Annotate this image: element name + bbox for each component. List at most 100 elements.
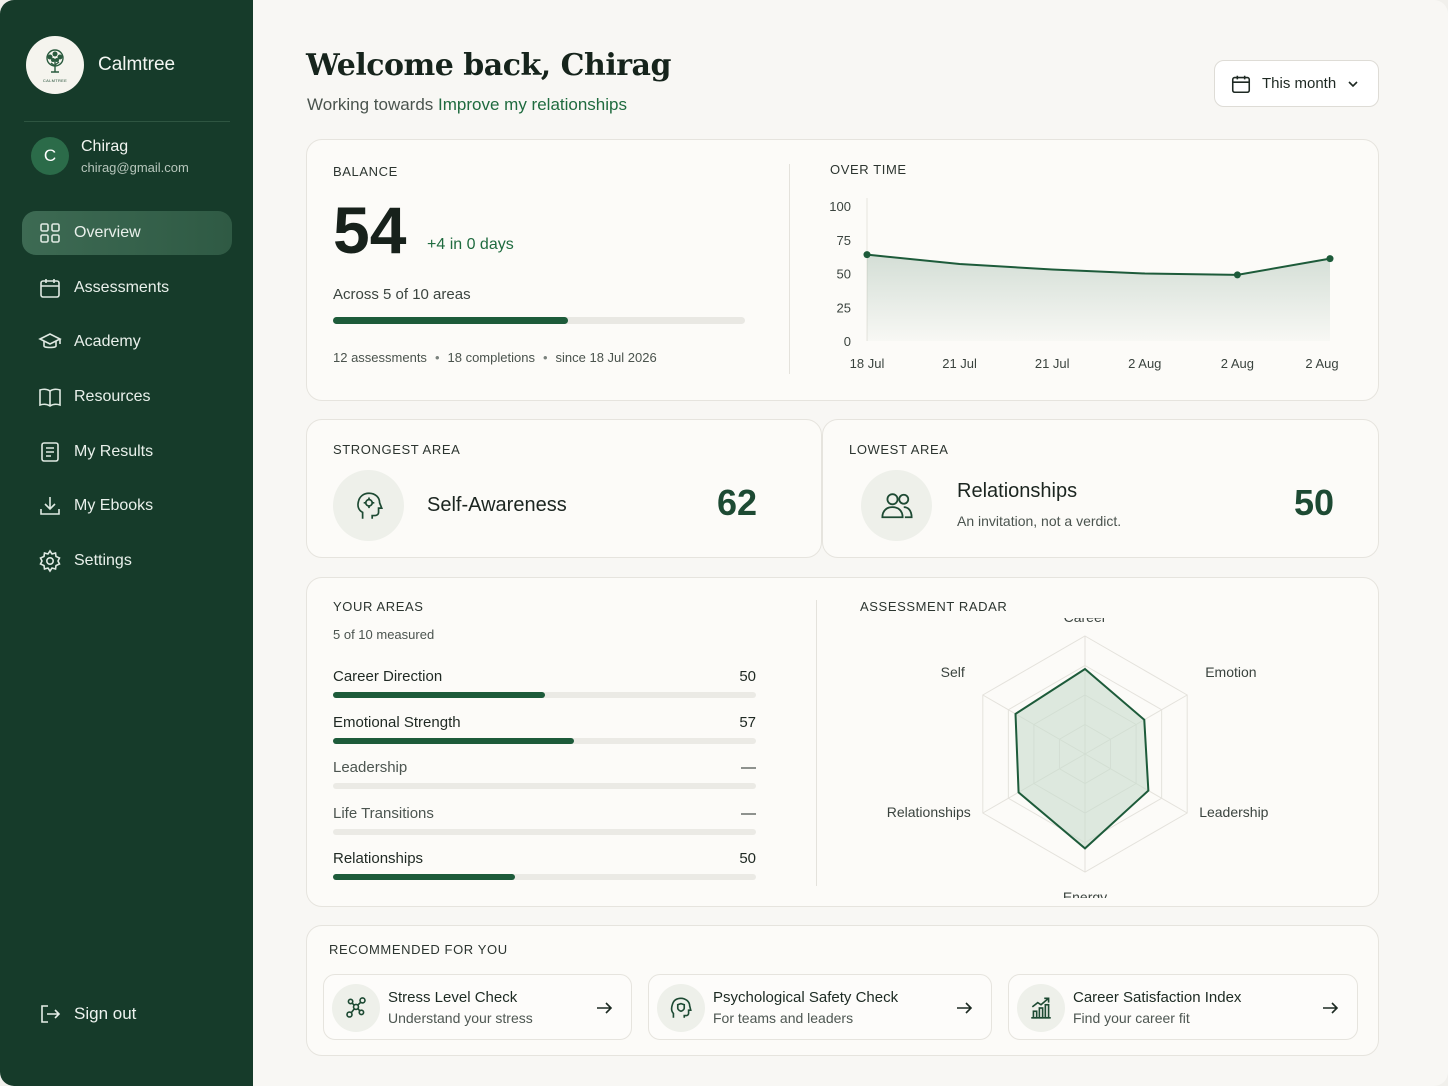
- gear-icon: [39, 549, 61, 573]
- recommendation-subtitle: Find your career fit: [1073, 1010, 1190, 1026]
- goal-link[interactable]: Improve my relationships: [438, 95, 627, 114]
- recommended-label: RECOMMENDED FOR YOU: [329, 942, 508, 957]
- lowest-area-note: An invitation, not a verdict.: [957, 513, 1122, 529]
- series-area: [867, 254, 1330, 341]
- sidebar-item-overview[interactable]: Overview: [22, 211, 232, 255]
- area-name: Life Transitions: [333, 804, 434, 822]
- sidebar-item-label: Settings: [74, 552, 132, 570]
- subtitle-prefix: Working towards: [307, 95, 434, 114]
- area-value: 50: [739, 668, 756, 685]
- sidebar-item-my-results[interactable]: My Results: [22, 430, 232, 474]
- people-icon: [861, 470, 932, 541]
- y-tick-label: 50: [837, 267, 851, 282]
- radar-axis-label: Energy: [1063, 889, 1107, 898]
- area-row[interactable]: Leadership —: [333, 757, 756, 803]
- area-name: Emotional Strength: [333, 713, 461, 731]
- sidebar-nav: Overview Assessments Academy Resources M…: [22, 211, 232, 594]
- tree-logo-icon: CALMTREE: [26, 36, 84, 94]
- sidebar: CALMTREE Calmtree C Chirag chirag@gmail.…: [0, 0, 253, 1086]
- separator-dot: •: [434, 350, 440, 365]
- sidebar-item-label: My Results: [74, 442, 154, 460]
- sidebar-item-my-ebooks[interactable]: My Ebooks: [22, 484, 232, 528]
- balance-label: BALANCE: [333, 164, 398, 179]
- area-row[interactable]: Relationships 50: [333, 848, 756, 894]
- lowest-area-card: LOWEST AREA Relationships An invitation,…: [822, 419, 1379, 558]
- y-tick-label: 75: [837, 233, 851, 248]
- sidebar-item-label: Overview: [74, 224, 141, 241]
- radar-axis-label: Emotion: [1205, 664, 1256, 680]
- divider: [789, 164, 790, 374]
- y-tick-label: 0: [844, 334, 851, 349]
- completions-count: 18 completions: [447, 350, 535, 365]
- sidebar-item-settings[interactable]: Settings: [22, 539, 232, 583]
- balance-card: BALANCE 54 +4 in 0 days Across 5 of 10 a…: [306, 139, 1379, 401]
- balance-coverage: Across 5 of 10 areas: [333, 286, 471, 303]
- recommendation-psychological-safety-check[interactable]: Psychological Safety Check For teams and…: [648, 974, 992, 1040]
- since-date: since 18 Jul 2026: [555, 350, 657, 365]
- area-progress-bar: [333, 737, 756, 744]
- chevron-down-icon: [1348, 80, 1358, 87]
- area-row[interactable]: Career Direction 50: [333, 666, 756, 712]
- balance-progress-fill: [333, 317, 568, 324]
- avatar: C: [31, 137, 69, 175]
- area-progress-fill: [333, 737, 575, 744]
- over-time-label: OVER TIME: [830, 162, 907, 177]
- sidebar-item-label: Resources: [74, 388, 151, 406]
- recommended-card: RECOMMENDED FOR YOU Stress Level Check U…: [306, 925, 1379, 1056]
- area-progress-bar: [333, 874, 756, 880]
- recommendation-career-satisfaction-index[interactable]: Career Satisfaction Index Find your care…: [1008, 974, 1358, 1040]
- book-icon: [39, 388, 61, 408]
- area-name: Leadership: [333, 759, 408, 776]
- assessments-count: 12 assessments: [333, 350, 427, 365]
- sidebar-item-academy[interactable]: Academy: [22, 320, 232, 364]
- assessment-radar-chart: Career Emotion Leadership Energy Relationshi…: [887, 618, 1269, 898]
- grid-icon: [40, 223, 60, 243]
- main-content: Welcome back, Chirag Working towards Imp…: [253, 0, 1448, 1086]
- balance-delta: +4 in 0 days: [427, 236, 514, 253]
- sidebar-item-resources[interactable]: Resources: [22, 375, 232, 419]
- brand[interactable]: CALMTREE Calmtree: [26, 36, 175, 94]
- user-email: chirag@gmail.com: [81, 159, 189, 175]
- arrow-right-icon: [957, 1002, 973, 1014]
- calendar-icon: [40, 278, 60, 298]
- user-profile[interactable]: C Chirag chirag@gmail.com: [31, 137, 189, 175]
- page-subtitle: Working towards Improve my relationships: [307, 95, 627, 115]
- y-tick-label: 100: [829, 199, 851, 214]
- page-title: Welcome back, Chirag: [306, 48, 671, 83]
- recommendation-title: Psychological Safety Check: [713, 989, 899, 1006]
- molecule-icon: [332, 984, 380, 1032]
- sidebar-item-label: Academy: [74, 333, 141, 351]
- area-value: 50: [739, 850, 756, 867]
- recommendation-subtitle: Understand your stress: [388, 1010, 533, 1026]
- arrow-right-icon: [597, 1002, 613, 1014]
- x-tick-label: 21 Jul: [942, 356, 977, 371]
- radar-axis-label: Self: [941, 664, 965, 680]
- area-value: 57: [739, 713, 756, 731]
- app-window: CALMTREE Calmtree C Chirag chirag@gmail.…: [0, 0, 1448, 1086]
- area-row[interactable]: Emotional Strength 57: [333, 712, 756, 758]
- separator-dot: •: [542, 350, 548, 365]
- x-tick-label: 2 Aug: [1221, 356, 1254, 371]
- area-row[interactable]: Life Transitions —: [333, 803, 756, 849]
- areas-card: YOUR AREAS 5 of 10 measured Career Direc…: [306, 577, 1379, 907]
- data-point: [1326, 255, 1334, 263]
- recommendation-subtitle: For teams and leaders: [713, 1010, 854, 1026]
- document-icon: [41, 441, 59, 462]
- strongest-area-card: STRONGEST AREA Self-Awareness 62: [306, 419, 822, 558]
- x-tick-label: 18 Jul: [850, 356, 885, 371]
- radar-axis-label: Leadership: [1199, 804, 1268, 820]
- x-tick-label: 21 Jul: [1035, 356, 1070, 371]
- divider: [816, 600, 817, 886]
- lowest-area-name: Relationships: [957, 480, 1078, 502]
- download-icon: [40, 497, 60, 516]
- sign-out-button[interactable]: Sign out: [38, 1002, 136, 1026]
- recommendation-title: Stress Level Check: [388, 989, 518, 1006]
- area-progress-bar: [333, 783, 756, 789]
- your-areas-subtitle: 5 of 10 measured: [333, 627, 435, 642]
- date-range-dropdown[interactable]: This month: [1214, 60, 1379, 107]
- radar-axis-label: Relationships: [887, 804, 971, 820]
- calendar-icon: [1231, 75, 1251, 93]
- radar-axis-label: Career: [1064, 618, 1107, 625]
- recommendation-stress-level-check[interactable]: Stress Level Check Understand your stres…: [323, 974, 632, 1040]
- sidebar-item-assessments[interactable]: Assessments: [22, 266, 232, 310]
